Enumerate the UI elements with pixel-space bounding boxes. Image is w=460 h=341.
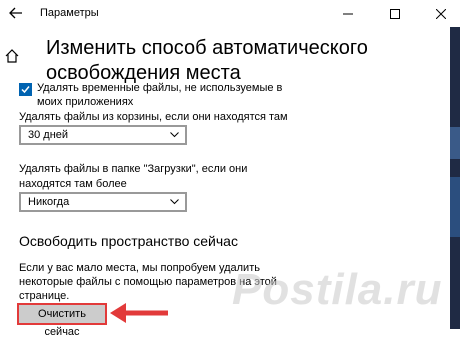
temp-files-checkbox[interactable] [19, 83, 32, 96]
checkmark-icon [21, 86, 30, 94]
watermark: Postila.ru [232, 265, 443, 314]
chevron-down-icon [170, 199, 179, 205]
maximize-button[interactable] [372, 0, 418, 27]
temp-files-checkbox-label: Удалять временные файлы, не используемые… [37, 82, 283, 108]
window-title: Параметры [40, 7, 99, 19]
recycle-bin-selected-value: 30 дней [28, 129, 69, 141]
page-title: Изменить способ автоматического освобожд… [46, 37, 368, 84]
free-space-now-heading: Освободить пространство сейчас [19, 233, 238, 249]
minimize-button[interactable] [325, 0, 371, 27]
home-icon[interactable] [4, 48, 20, 64]
downloads-select[interactable]: Никогда [19, 192, 187, 212]
clean-now-button[interactable]: Очистить сейчас [17, 303, 107, 338]
maximize-icon [390, 8, 400, 19]
back-arrow-icon[interactable] [8, 6, 24, 20]
downloads-selected-value: Никогда [28, 196, 70, 208]
title-bar: Параметры [0, 0, 460, 27]
downloads-label: Удалять файлы в папке "Загрузки", если о… [19, 163, 248, 190]
chevron-down-icon [170, 132, 179, 138]
minimize-icon [343, 13, 353, 14]
background-strip [450, 27, 460, 329]
close-button[interactable] [418, 0, 460, 27]
red-arrow-annotation [110, 303, 168, 323]
recycle-bin-select[interactable]: 30 дней [19, 125, 187, 145]
close-icon [436, 8, 446, 19]
